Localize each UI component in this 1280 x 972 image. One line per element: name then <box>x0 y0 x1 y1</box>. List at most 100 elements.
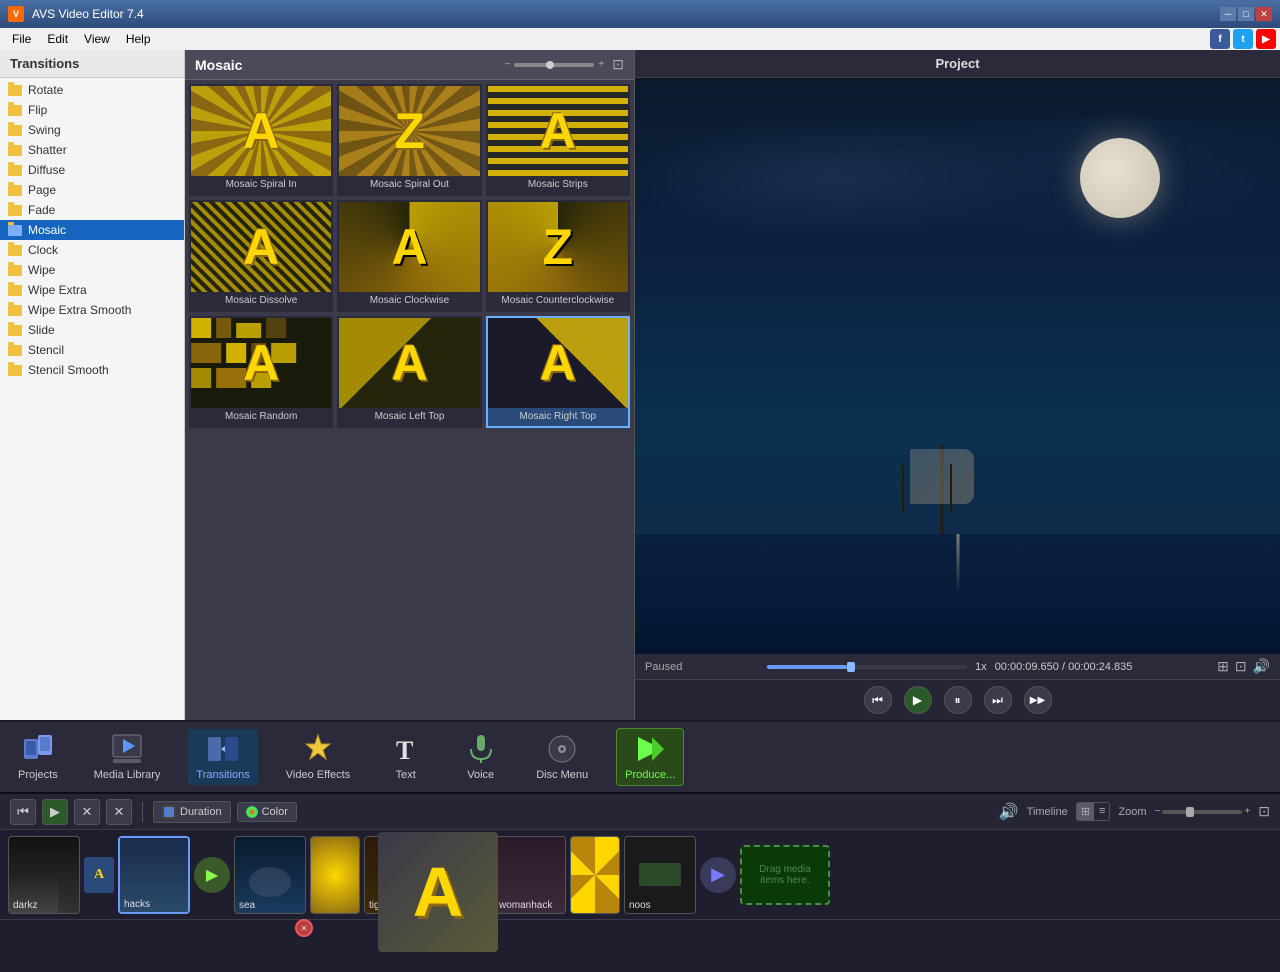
duration-button[interactable]: Duration <box>153 801 231 823</box>
clip-darkz[interactable]: darkz <box>8 836 80 914</box>
transition-mosaic[interactable]: Mosaic <box>0 220 184 240</box>
mosaic-item-spiral-out[interactable]: Z Mosaic Spiral Out <box>337 84 481 196</box>
transition-label: Clock <box>28 243 58 257</box>
transition-fade[interactable]: Fade <box>0 200 184 220</box>
facebook-icon[interactable]: f <box>1210 29 1230 49</box>
toolbar-voice[interactable]: Voice <box>453 729 508 785</box>
clip-womanhack[interactable]: womanhack <box>494 836 566 914</box>
bottom-toolbar: Projects Media Library Transitions Video… <box>0 720 1280 792</box>
transition-stencil[interactable]: Stencil <box>0 340 184 360</box>
toolbar-video-effects[interactable]: Video Effects <box>278 729 358 785</box>
clip-mosaic-texture-2[interactable] <box>570 836 620 914</box>
transition-label: Mosaic <box>28 223 66 237</box>
mosaic-item-right-top[interactable]: A Mosaic Right Top <box>486 316 630 428</box>
folder-icon <box>8 125 22 136</box>
rewind-button[interactable]: ⏮ <box>864 686 892 714</box>
stop-timeline-button[interactable]: ✕ <box>74 799 100 825</box>
time-display: 00:00:09.650 / 00:00:24.835 <box>995 661 1133 673</box>
timeline-left-controls: ⏮ ▶ ✕ ✕ Duration Color <box>10 799 297 825</box>
prev-frame-button[interactable]: ⏮ <box>10 799 36 825</box>
menu-bar: File Edit View Help f t ▶ <box>0 28 1280 50</box>
restore-button[interactable]: □ <box>1238 7 1254 21</box>
total-time: 00:00:24.835 <box>1068 661 1132 673</box>
transition-arrow[interactable]: ▶ <box>194 857 230 893</box>
minimize-button[interactable]: ─ <box>1220 7 1236 21</box>
youtube-icon[interactable]: ▶ <box>1256 29 1276 49</box>
toolbar-media-library[interactable]: Media Library <box>86 729 169 785</box>
mosaic-item-clockwise[interactable]: A Mosaic Clockwise <box>337 200 481 312</box>
text-icon: T <box>390 733 422 765</box>
mosaic-item-dissolve[interactable]: A Mosaic Dissolve <box>189 200 333 312</box>
forward-arrow[interactable]: ▶ <box>700 857 736 893</box>
transition-shatter[interactable]: Shatter <box>0 140 184 160</box>
transition-wipe[interactable]: Wipe <box>0 260 184 280</box>
volume-icon[interactable]: 🔊 <box>1253 658 1270 675</box>
transition-wipe-extra[interactable]: Wipe Extra <box>0 280 184 300</box>
menu-edit[interactable]: Edit <box>39 30 76 48</box>
menu-file[interactable]: File <box>4 30 39 48</box>
transition-clock[interactable]: Clock <box>0 240 184 260</box>
toolbar-transitions-label: Transitions <box>196 769 249 781</box>
menu-view[interactable]: View <box>76 30 118 48</box>
toolbar-text[interactable]: T Text <box>378 729 433 785</box>
crop-icon[interactable]: ⊡ <box>1235 658 1247 675</box>
clip-hacks[interactable]: hacks <box>118 836 190 914</box>
expand-icon[interactable]: ⊞ <box>1217 658 1229 675</box>
timeline-area: ⏮ ▶ ✕ ✕ Duration Color 🔊 Timeline ⊞ ≡ Zo… <box>0 792 1280 972</box>
toolbar-text-label: Text <box>396 769 416 781</box>
mosaic-item-random[interactable]: A Mosaic Random <box>189 316 333 428</box>
clip-sea[interactable]: sea <box>234 836 306 914</box>
clip-noos[interactable]: noos <box>624 836 696 914</box>
twitter-icon[interactable]: t <box>1233 29 1253 49</box>
transition-icon-1[interactable]: A <box>84 857 114 893</box>
mosaic-item-strips[interactable]: A Mosaic Strips <box>486 84 630 196</box>
transition-rotate[interactable]: Rotate <box>0 80 184 100</box>
duration-label: Duration <box>180 806 222 818</box>
toolbar-transitions[interactable]: Transitions <box>188 729 257 785</box>
transition-slide[interactable]: Slide <box>0 320 184 340</box>
mosaic-item-left-top[interactable]: A Mosaic Left Top <box>337 316 481 428</box>
transition-stencil-smooth[interactable]: Stencil Smooth <box>0 360 184 380</box>
transition-label: Wipe Extra Smooth <box>28 303 131 317</box>
zoom-slider[interactable] <box>514 63 594 67</box>
toolbar-disc-menu[interactable]: Disc Menu <box>528 729 596 785</box>
transition-diffuse[interactable]: Diffuse <box>0 160 184 180</box>
mosaic-label: Mosaic Dissolve <box>191 295 331 306</box>
transition-flip[interactable]: Flip <box>0 100 184 120</box>
transition-label: Wipe <box>28 263 55 277</box>
zoom-timeline-slider[interactable]: − + <box>1155 806 1251 817</box>
toolbar-projects-label: Projects <box>18 769 58 781</box>
mosaic-item-spiral-in[interactable]: A Mosaic Spiral In <box>189 84 333 196</box>
timeline-view-toggle[interactable]: ⊞ ≡ <box>1076 802 1111 821</box>
delete-button[interactable]: ✕ <box>106 799 132 825</box>
app-icon: V <box>8 6 24 22</box>
transition-swing[interactable]: Swing <box>0 120 184 140</box>
fullscreen-icon[interactable]: ⊡ <box>612 56 624 73</box>
transition-page[interactable]: Page <box>0 180 184 200</box>
folder-icon <box>8 85 22 96</box>
fast-forward-button[interactable]: ▶▶ <box>1024 686 1052 714</box>
menu-help[interactable]: Help <box>118 30 159 48</box>
pause-button[interactable]: ⏸ <box>944 686 972 714</box>
toolbar-produce[interactable]: Produce... <box>616 728 684 786</box>
close-button[interactable]: ✕ <box>1256 7 1272 21</box>
ship-scene <box>635 78 1280 654</box>
fit-icon[interactable]: ⊡ <box>1258 803 1270 820</box>
mosaic-label: Mosaic Clockwise <box>339 295 479 306</box>
clip-label-womanhack: womanhack <box>499 900 552 911</box>
play-timeline-button[interactable]: ▶ <box>42 799 68 825</box>
progress-bar[interactable] <box>767 665 967 669</box>
transitions-icon <box>207 733 239 765</box>
skip-back-button[interactable]: ⏭ <box>984 686 1012 714</box>
color-button[interactable]: Color <box>237 802 297 822</box>
toolbar-projects[interactable]: Projects <box>10 729 66 785</box>
mosaic-item-counterclockwise[interactable]: Z Mosaic Counterclockwise <box>486 200 630 312</box>
toolbar-video-effects-label: Video Effects <box>286 769 350 781</box>
transition-label: Diffuse <box>28 163 65 177</box>
play-button[interactable]: ▶ <box>904 686 932 714</box>
clip-golden[interactable] <box>310 836 360 914</box>
toolbar-voice-label: Voice <box>467 769 494 781</box>
mosaic-label: Mosaic Counterclockwise <box>488 295 628 306</box>
toolbar-produce-label: Produce... <box>625 769 675 781</box>
transition-wipe-extra-smooth[interactable]: Wipe Extra Smooth <box>0 300 184 320</box>
